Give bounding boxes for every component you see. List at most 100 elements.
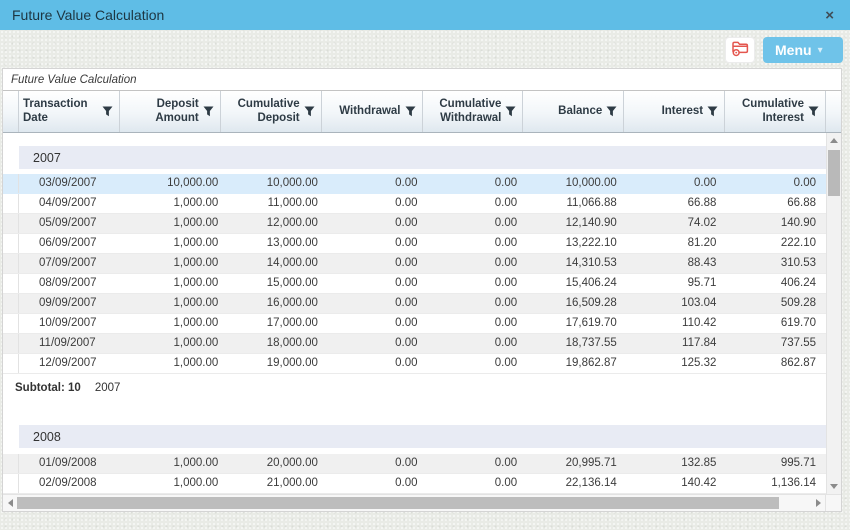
chevron-down-icon: ▾ <box>818 45 823 56</box>
grid-rows-area: 200703/09/200710,000.0010,000.000.000.00… <box>3 133 826 494</box>
column-header-cumulative-deposit[interactable]: Cumulative Deposit <box>221 91 322 132</box>
table-row[interactable]: 12/09/20071,000.0019,000.000.000.0019,86… <box>3 354 826 374</box>
table-row[interactable]: 11/09/20071,000.0018,000.000.000.0018,73… <box>3 334 826 354</box>
scroll-left-icon[interactable] <box>3 495 17 511</box>
cell: 15,406.24 <box>527 274 627 293</box>
cell: 10,000.00 <box>228 174 328 193</box>
grid-caption: Future Value Calculation <box>3 69 841 90</box>
cell: 0.00 <box>328 194 428 213</box>
table-row[interactable]: 02/09/20081,000.0021,000.000.000.0022,13… <box>3 474 826 494</box>
horizontal-scrollbar-thumb[interactable] <box>17 497 779 509</box>
cell: 0.00 <box>428 274 528 293</box>
menu-button[interactable]: Menu ▾ <box>763 37 843 63</box>
cell: 0.00 <box>428 474 528 493</box>
row-indicator-cell <box>3 474 19 493</box>
export-button[interactable] <box>725 37 755 63</box>
filter-icon[interactable] <box>707 106 718 117</box>
toolbar: Menu ▾ <box>725 37 843 63</box>
cell: 13,222.10 <box>527 234 627 253</box>
cell: 0.00 <box>627 174 727 193</box>
cell: 12,000.00 <box>228 214 328 233</box>
scroll-up-icon[interactable] <box>827 138 841 143</box>
filter-icon[interactable] <box>505 106 516 117</box>
filter-icon[interactable] <box>808 106 819 117</box>
cell: 13,000.00 <box>228 234 328 253</box>
cell: 0.00 <box>328 454 428 473</box>
filter-icon[interactable] <box>102 106 113 117</box>
cell: 1,000.00 <box>129 294 229 313</box>
cell: 81.20 <box>627 234 727 253</box>
row-indicator-cell <box>3 254 19 273</box>
table-row[interactable]: 05/09/20071,000.0012,000.000.000.0012,14… <box>3 214 826 234</box>
cell: 0.00 <box>428 294 528 313</box>
table-row[interactable]: 08/09/20071,000.0015,000.000.000.0015,40… <box>3 274 826 294</box>
cell: 0.00 <box>428 254 528 273</box>
cell: 110.42 <box>627 314 727 333</box>
scrollbar-corner <box>825 495 841 511</box>
cell: 02/09/2008 <box>19 474 129 493</box>
cell: 140.90 <box>726 214 826 233</box>
column-header-withdrawal[interactable]: Withdrawal <box>322 91 423 132</box>
cell: 0.00 <box>428 234 528 253</box>
group-header-2007: 2007 <box>19 146 826 169</box>
menu-button-label: Menu <box>775 42 812 58</box>
cell: 0.00 <box>328 214 428 233</box>
filter-icon[interactable] <box>304 106 315 117</box>
cell: 117.84 <box>627 334 727 353</box>
cell: 140.42 <box>627 474 727 493</box>
cell: 737.55 <box>726 334 826 353</box>
vertical-scrollbar-thumb[interactable] <box>828 150 840 196</box>
column-header-label: Cumulative Deposit <box>228 98 300 126</box>
column-header-label: Transaction Date <box>23 98 95 126</box>
column-header-label: Balance <box>558 105 602 119</box>
table-row[interactable]: 10/09/20071,000.0017,000.000.000.0017,61… <box>3 314 826 334</box>
cell: 04/09/2007 <box>19 194 129 213</box>
scroll-right-icon[interactable] <box>811 495 825 511</box>
cell: 14,000.00 <box>228 254 328 273</box>
cell: 17,619.70 <box>527 314 627 333</box>
filter-icon[interactable] <box>606 106 617 117</box>
column-header-cumulative-interest[interactable]: Cumulative Interest <box>725 91 826 132</box>
cell: 17,000.00 <box>228 314 328 333</box>
cell: 132.85 <box>627 454 727 473</box>
cell: 0.00 <box>428 174 528 193</box>
column-header-transaction-date[interactable]: Transaction Date <box>19 91 120 132</box>
table-row[interactable]: 03/09/200710,000.0010,000.000.000.0010,0… <box>3 174 826 194</box>
grid-body: 200703/09/200710,000.0010,000.000.000.00… <box>3 133 841 494</box>
cell: 10,000.00 <box>527 174 627 193</box>
vertical-scrollbar[interactable] <box>826 133 841 494</box>
group-header-label: 2007 <box>33 151 61 165</box>
subtotal-label: Subtotal: 10 <box>15 382 81 394</box>
column-header-balance[interactable]: Balance <box>523 91 624 132</box>
table-row[interactable]: 09/09/20071,000.0016,000.000.000.0016,50… <box>3 294 826 314</box>
cell: 0.00 <box>328 234 428 253</box>
horizontal-scrollbar[interactable] <box>3 494 841 511</box>
row-indicator-cell <box>3 294 19 313</box>
column-header-cumulative-withdrawal[interactable]: Cumulative Withdrawal <box>423 91 524 132</box>
horizontal-scrollbar-track[interactable] <box>17 495 811 511</box>
header-corner-cell <box>3 91 19 132</box>
row-indicator-cell <box>3 174 19 193</box>
cell: 310.53 <box>726 254 826 273</box>
column-header-interest[interactable]: Interest <box>624 91 725 132</box>
cell: 1,000.00 <box>129 354 229 373</box>
table-row[interactable]: 01/09/20081,000.0020,000.000.000.0020,99… <box>3 454 826 474</box>
cell: 22,136.14 <box>527 474 627 493</box>
cell: 0.00 <box>428 454 528 473</box>
cell: 12,140.90 <box>527 214 627 233</box>
filter-icon[interactable] <box>203 106 214 117</box>
table-row[interactable]: 06/09/20071,000.0013,000.000.000.0013,22… <box>3 234 826 254</box>
cell: 995.71 <box>726 454 826 473</box>
cell: 509.28 <box>726 294 826 313</box>
cell: 10,000.00 <box>129 174 229 193</box>
table-row[interactable]: 04/09/20071,000.0011,000.000.000.0011,06… <box>3 194 826 214</box>
cell: 406.24 <box>726 274 826 293</box>
close-icon[interactable]: × <box>821 6 838 25</box>
cell: 18,000.00 <box>228 334 328 353</box>
scroll-down-icon[interactable] <box>827 484 841 489</box>
table-row[interactable]: 07/09/20071,000.0014,000.000.000.0014,31… <box>3 254 826 274</box>
filter-icon[interactable] <box>405 106 416 117</box>
column-header-deposit-amount[interactable]: Deposit Amount <box>120 91 221 132</box>
column-header-label: Cumulative Withdrawal <box>429 98 501 126</box>
row-indicator-cell <box>3 354 19 373</box>
